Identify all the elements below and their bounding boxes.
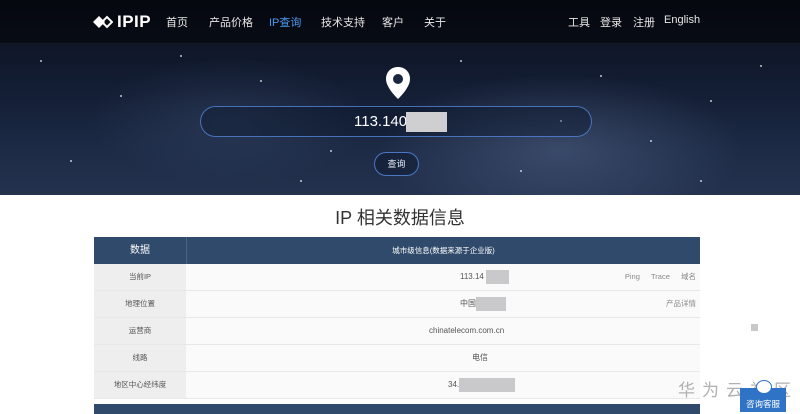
customer-service-label: 咨询客服 [745, 399, 780, 409]
row-value: 34. [448, 380, 460, 389]
redaction-mask [476, 297, 506, 311]
nav-item-support[interactable]: 技术支持 [321, 14, 365, 30]
row-label: 地区中心经纬度 [94, 372, 186, 398]
product-details-link[interactable]: 产品详情 [666, 299, 696, 308]
nav-item-register[interactable]: 注册 [633, 14, 655, 30]
table-header-label: 数据 [94, 237, 187, 264]
nav-item-customers[interactable]: 客户 [382, 14, 404, 30]
table-row: 线路 电信 [94, 345, 700, 372]
redaction-mask [459, 378, 515, 392]
row-label: 地理位置 [94, 291, 186, 317]
row-label: 当前IP [94, 264, 186, 290]
nav-item-about[interactable]: 关于 [424, 14, 446, 30]
trace-link[interactable]: Trace [651, 272, 670, 281]
ip-data-table: 数据 城市级信息(数据来源于企业版) 当前IP 113.14 Ping Trac… [94, 237, 700, 399]
row-value-cell: 中国 产品详情 [186, 291, 700, 317]
nav-item-pricing[interactable]: 产品价格 [209, 14, 253, 30]
nav-item-ip-lookup[interactable]: IP查询 [269, 14, 301, 30]
row-links: 产品详情 [657, 291, 696, 317]
table-header: 数据 城市级信息(数据来源于企业版) [94, 237, 700, 264]
nav-item-home[interactable]: 首页 [166, 14, 188, 30]
row-value: 中国 [460, 299, 476, 308]
customer-service-button[interactable]: 咨询客服 [740, 380, 786, 412]
row-links: Ping Trace 域名 [616, 264, 696, 290]
chat-bubble-icon [756, 380, 772, 394]
next-table-header [94, 404, 700, 414]
row-value-cell: chinatelecom.com.cn [186, 318, 700, 344]
redaction-mask [406, 112, 447, 132]
row-label: 线路 [94, 345, 186, 371]
query-button[interactable]: 查询 [374, 152, 419, 176]
ip-search-input[interactable] [201, 107, 591, 136]
ping-link[interactable]: Ping [625, 272, 640, 281]
logo[interactable]: IPIP [93, 12, 151, 32]
table-header-value: 城市级信息(数据来源于企业版) [392, 246, 495, 255]
nav-item-tools[interactable]: 工具 [568, 14, 590, 30]
row-label: 运营商 [94, 318, 186, 344]
redaction-mask [486, 270, 509, 284]
logo-text: IPIP [117, 12, 152, 31]
domain-link[interactable]: 域名 [681, 272, 696, 281]
row-value: 113.14 [460, 272, 484, 281]
table-row: 运营商 chinatelecom.com.cn [94, 318, 700, 345]
row-value: 电信 [472, 353, 488, 362]
row-value-cell: 113.14 Ping Trace 域名 [186, 264, 700, 290]
section-title: IP 相关数据信息 [335, 208, 465, 228]
nav-item-english[interactable]: English [664, 14, 700, 26]
ipip-logo-icon [93, 15, 113, 29]
table-row: 地区中心经纬度 34. [94, 372, 700, 399]
ip-search-box [200, 106, 592, 137]
location-pin-icon [386, 67, 410, 99]
row-value-cell: 电信 [186, 345, 700, 371]
table-row: 地理位置 中国 产品详情 [94, 291, 700, 318]
row-value-cell: 34. [186, 372, 700, 398]
row-value: chinatelecom.com.cn [429, 326, 505, 335]
side-toggle[interactable] [751, 324, 758, 331]
table-row: 当前IP 113.14 Ping Trace 域名 [94, 264, 700, 291]
nav-item-login[interactable]: 登录 [600, 14, 622, 30]
top-nav: IPIP 首页 产品价格 IP查询 技术支持 客户 关于 工具 登录 注册 En… [0, 0, 800, 44]
